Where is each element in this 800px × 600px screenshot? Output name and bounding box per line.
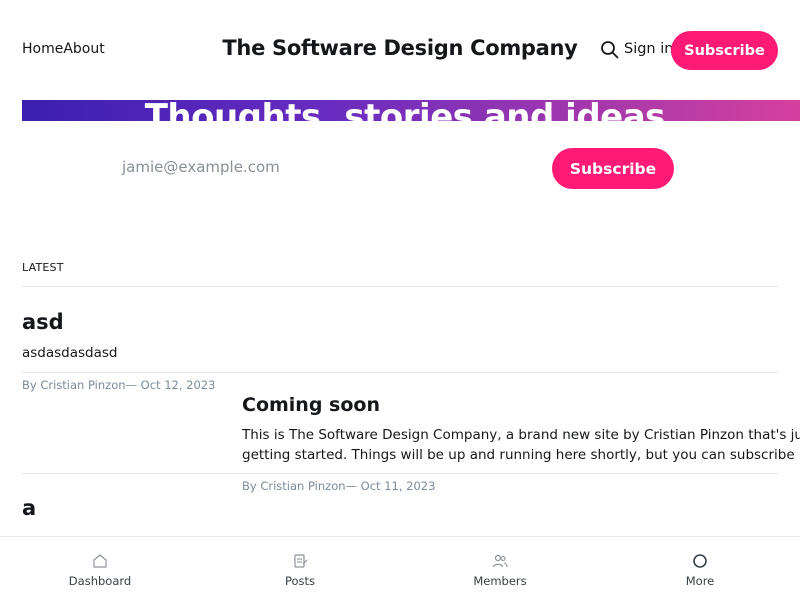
post-title[interactable]: Coming soon — [242, 394, 380, 416]
site-header: Home About The Software Design Company S… — [0, 0, 800, 100]
bottom-nav-dashboard[interactable]: Dashboard — [0, 537, 200, 600]
bottom-nav-label: Members — [473, 574, 527, 588]
sign-in-link[interactable]: Sign in — [624, 41, 673, 57]
email-field[interactable]: jamie@example.com — [122, 158, 280, 176]
post-excerpt: asdasdasdasd — [22, 345, 118, 361]
subscribe-form-button[interactable]: Subscribe — [552, 148, 674, 189]
posts-icon — [294, 554, 308, 568]
bottom-nav-label: More — [685, 574, 715, 588]
post-title[interactable]: asd — [22, 310, 64, 334]
home-icon — [93, 554, 107, 568]
post-excerpt-line: getting started. Things will be up and r… — [242, 447, 800, 463]
post-excerpt-line: This is The Software Design Company, a b… — [242, 427, 800, 443]
bottom-nav-more[interactable]: More — [600, 537, 800, 600]
search-icon[interactable] — [600, 40, 620, 60]
bottom-nav-members[interactable]: Members — [400, 537, 600, 600]
latest-section-label: LATEST — [22, 261, 64, 274]
hero-title: Thoughts, stories and ideas. — [144, 100, 678, 121]
post-title[interactable]: a — [22, 496, 36, 520]
post-meta: By Cristian Pinzon— Oct 12, 2023 — [22, 378, 216, 392]
divider — [22, 372, 778, 373]
divider — [22, 286, 778, 287]
bottom-nav-label: Dashboard — [68, 574, 132, 588]
members-icon — [492, 554, 508, 568]
header-subscribe-button[interactable]: Subscribe — [671, 31, 778, 70]
hero-banner: Thoughts, stories and ideas. — [22, 100, 800, 121]
bottom-nav-label: Posts — [284, 574, 316, 588]
site-title[interactable]: The Software Design Company — [222, 36, 577, 60]
bottom-nav: Dashboard Posts Members More — [0, 536, 800, 600]
post-meta: By Cristian Pinzon— Oct 11, 2023 — [242, 479, 436, 493]
bottom-nav-posts[interactable]: Posts — [200, 537, 400, 600]
post-excerpt: This is The Software Design Company, a b… — [242, 425, 800, 465]
circle-icon — [693, 554, 707, 568]
divider — [22, 473, 778, 474]
